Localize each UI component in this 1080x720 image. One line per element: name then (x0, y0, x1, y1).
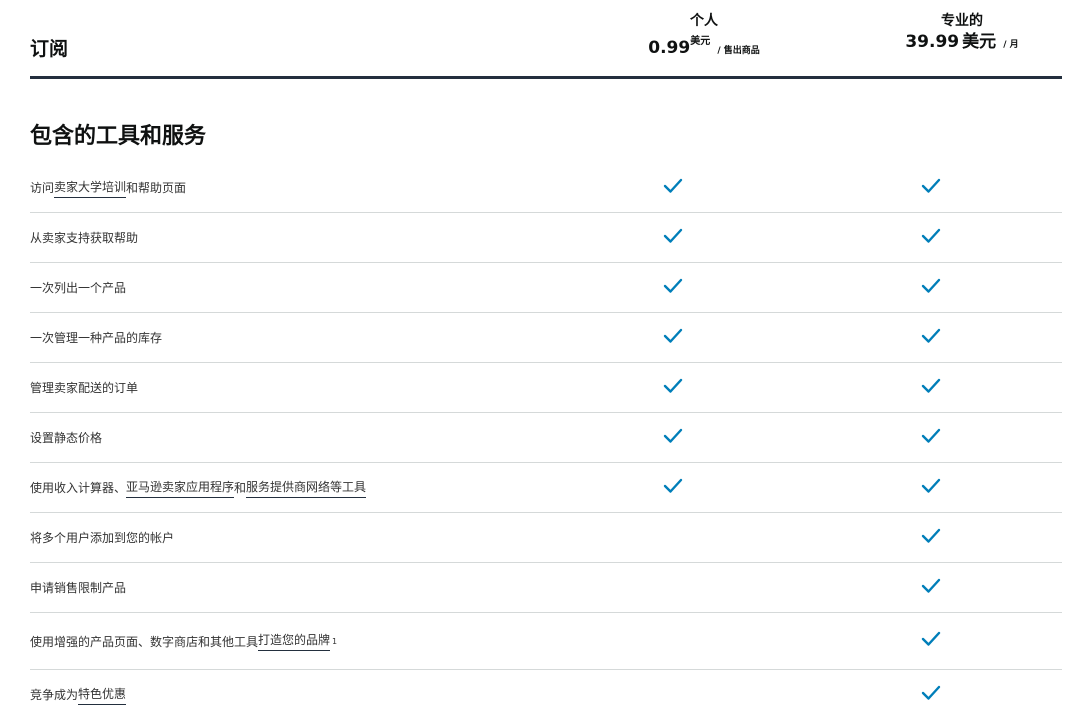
individual-price-amount: 0.99 (648, 38, 691, 58)
feature-link[interactable]: 卖家大学培训 (54, 178, 127, 198)
feature-text: 从卖家支持获取帮助 (30, 231, 139, 245)
feature-row: 使用收入计算器、 亚马逊卖家应用程序和服务提供商网络等工具 (30, 463, 1062, 513)
plan-comparison-header: 订阅 个人 0.99美元 / 售出商品 专业的 39.99 美元 / 月 (30, 0, 1062, 79)
individual-price-unit: / 售出商品 (717, 46, 760, 56)
feature-comparison-table: 访问 卖家大学培训 和帮助页面从卖家支持获取帮助 一次列出一个产品一次管理一种产品的库… (30, 163, 1062, 719)
feature-text: 将多个用户添加到您的帐户 (30, 531, 175, 545)
feature-row: 使用增强的产品页面、数字商店和其他工具 打造您的品牌 1 (30, 613, 1062, 670)
individual-price-currency: 美元 (690, 36, 711, 47)
feature-label: 设置静态价格 (30, 413, 102, 462)
feature-text: 使用收入计算器、 (30, 481, 127, 495)
feature-text: 申请销售限制产品 (30, 581, 127, 595)
feature-row: 竞争成为 特色优惠 (30, 670, 1062, 719)
checkmark-icon (921, 328, 941, 344)
checkmark-icon (921, 478, 941, 494)
feature-text: 和帮助页面 (126, 181, 187, 195)
checkmark-icon (921, 631, 941, 647)
professional-price-unit: / 月 (1003, 40, 1019, 50)
feature-label: 申请销售限制产品 (30, 563, 126, 612)
feature-label: 使用收入计算器、 亚马逊卖家应用程序和服务提供商网络等工具 (30, 463, 367, 512)
feature-link[interactable]: 亚马逊卖家应用程序 (126, 478, 235, 498)
checkmark-icon (921, 378, 941, 394)
checkmark-icon (921, 178, 941, 194)
feature-row: 将多个用户添加到您的帐户 (30, 513, 1062, 563)
feature-label: 管理卖家配送的订单 (30, 363, 138, 412)
feature-label: 使用增强的产品页面、数字商店和其他工具 打造您的品牌 1 (30, 613, 337, 669)
feature-row: 访问 卖家大学培训 和帮助页面 (30, 163, 1062, 213)
feature-label: 从卖家支持获取帮助 (30, 213, 138, 262)
feature-label: 一次管理一种产品的库存 (30, 313, 162, 362)
checkmark-icon (921, 685, 941, 701)
checkmark-icon (921, 278, 941, 294)
checkmark-icon (663, 178, 683, 194)
section-title: 包含的工具和服务 (30, 124, 207, 149)
professional-price-amount: 39.99 (905, 32, 960, 52)
feature-row: 一次管理一种产品的库存 (30, 313, 1062, 363)
individual-plan-name: 个人 (690, 13, 718, 29)
checkmark-icon (921, 578, 941, 594)
professional-plan-name: 专业的 (941, 13, 983, 29)
feature-row: 设置静态价格 (30, 413, 1062, 463)
checkmark-icon (663, 378, 683, 394)
checkmark-icon (663, 328, 683, 344)
checkmark-icon (663, 228, 683, 244)
feature-text: 使用增强的产品页面、数字商店和其他工具 (30, 634, 259, 649)
feature-text: 和 (234, 481, 247, 495)
feature-text: 竞争成为 (30, 688, 79, 702)
feature-label: 竞争成为 特色优惠 (30, 670, 127, 719)
feature-text: 访问 (30, 181, 55, 195)
footnote-marker: 1 (332, 636, 338, 646)
subscription-heading: 订阅 (30, 38, 69, 60)
feature-text: 设置静态价格 (30, 431, 103, 445)
checkmark-icon (921, 228, 941, 244)
individual-plan-column-header: 个人 0.99美元 / 售出商品 (604, 12, 804, 63)
individual-plan-price: 0.99美元 / 售出商品 (604, 30, 804, 63)
checkmark-icon (921, 428, 941, 444)
feature-row: 从卖家支持获取帮助 (30, 213, 1062, 263)
feature-label: 将多个用户添加到您的帐户 (30, 513, 174, 562)
feature-text: 管理卖家配送的订单 (30, 381, 139, 395)
feature-row: 申请销售限制产品 (30, 563, 1062, 613)
checkmark-icon (663, 428, 683, 444)
feature-row: 管理卖家配送的订单 (30, 363, 1062, 413)
checkmark-icon (921, 528, 941, 544)
feature-link[interactable]: 特色优惠 (78, 685, 127, 705)
checkmark-icon (663, 478, 683, 494)
professional-price-currency: 美元 (962, 32, 997, 52)
feature-row: 一次列出一个产品 (30, 263, 1062, 313)
feature-link[interactable]: 服务提供商网络等工具 (246, 478, 367, 498)
professional-plan-price: 39.99 美元 / 月 (862, 30, 1062, 57)
feature-link[interactable]: 打造您的品牌 (258, 631, 331, 651)
feature-text: 一次管理一种产品的库存 (30, 331, 163, 345)
professional-plan-column-header: 专业的 39.99 美元 / 月 (862, 12, 1062, 57)
feature-label: 一次列出一个产品 (30, 263, 126, 312)
feature-text: 一次列出一个产品 (30, 281, 127, 295)
checkmark-icon (663, 278, 683, 294)
feature-label: 访问 卖家大学培训 和帮助页面 (30, 163, 186, 212)
